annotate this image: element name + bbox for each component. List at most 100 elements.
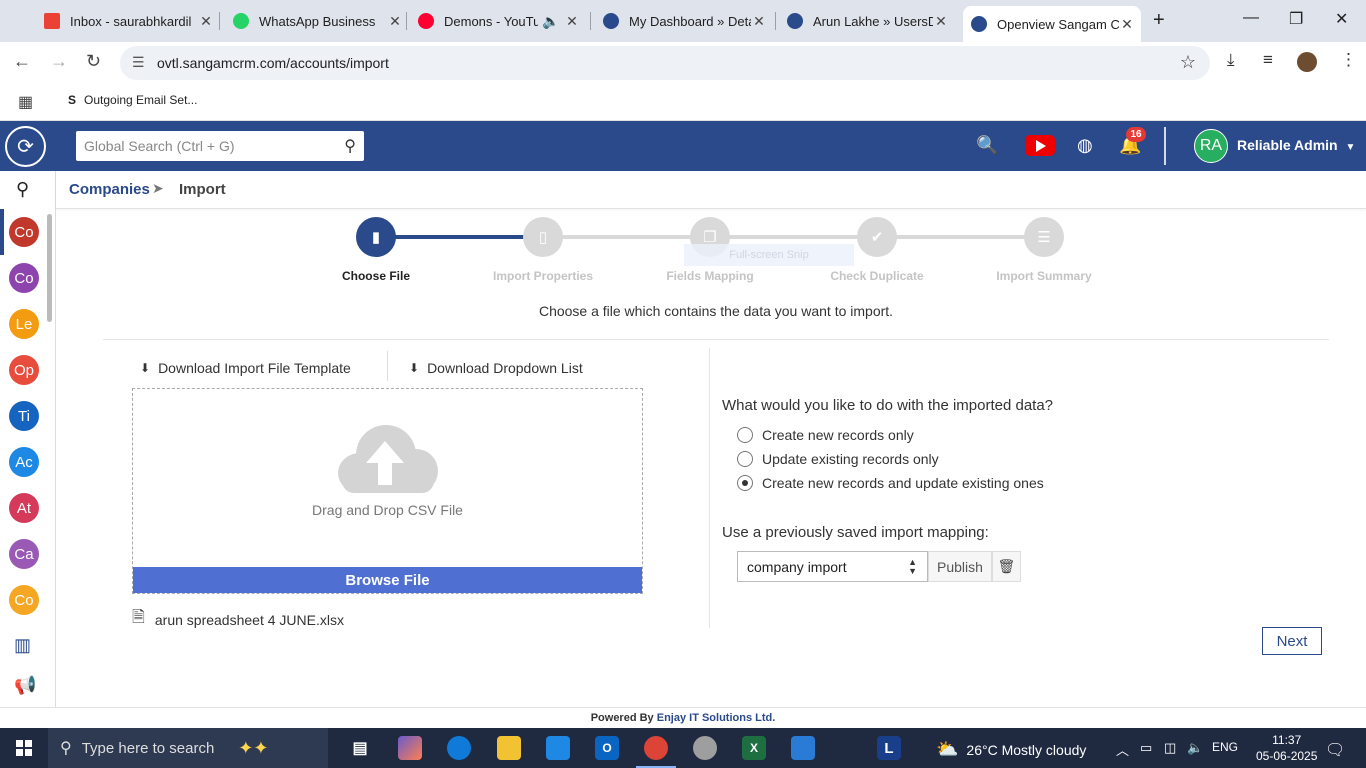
media-control-icon[interactable]: ≡	[1263, 50, 1273, 70]
download-icon[interactable]: ⤓	[1227, 50, 1235, 70]
rail-item-opportunities[interactable]: Op	[9, 355, 39, 385]
snip-overlay: Full-screen Snip	[684, 244, 854, 266]
radio-button[interactable]	[737, 427, 753, 443]
radio-button[interactable]	[737, 451, 753, 467]
file-explorer-icon[interactable]	[497, 736, 521, 760]
apps-grid-icon[interactable]: ▦	[18, 92, 33, 112]
rail-item-activities[interactable]: Ac	[9, 447, 39, 477]
tab-title: Arun Lakhe » UsersDe	[813, 13, 933, 29]
publish-button[interactable]: Publish	[928, 551, 992, 582]
global-search[interactable]: ⚲	[76, 131, 364, 161]
browser-tab-whatsapp[interactable]: WhatsApp Business ✕	[233, 6, 403, 36]
close-icon[interactable]: ✕	[751, 13, 767, 30]
network-icon[interactable]: ▭	[1140, 740, 1152, 756]
notification-center-icon[interactable]: 🗨	[1325, 740, 1345, 760]
youtube-icon[interactable]	[1025, 135, 1055, 156]
close-icon[interactable]: ✕	[387, 13, 403, 30]
notification-badge: 16	[1126, 127, 1146, 142]
photos-icon[interactable]	[791, 736, 815, 760]
search-icon: ⚲	[60, 740, 72, 757]
browser-tab-dashboard[interactable]: My Dashboard » Deta ✕	[603, 6, 767, 36]
next-button[interactable]: Next	[1262, 627, 1322, 655]
address-bar-row: ← → ↻ ☰ ovtl.sangamcrm.com/accounts/impo…	[0, 42, 1366, 83]
site-info-icon[interactable]: ☰	[132, 54, 145, 71]
url-text[interactable]: ovtl.sangamcrm.com/accounts/import	[157, 55, 389, 71]
wifi-icon[interactable]: ◫	[1164, 740, 1176, 756]
copilot-icon[interactable]	[398, 736, 422, 760]
breadcrumb-companies[interactable]: Companies	[69, 181, 150, 198]
browser-tab-gmail[interactable]: Inbox - saurabhkardil ✕	[44, 6, 214, 36]
globe-icon[interactable]: ◍	[1077, 135, 1093, 156]
mapping-select[interactable]: company import ▲ ▼	[737, 551, 928, 582]
user-menu[interactable]: Reliable Admin ▼	[1237, 137, 1355, 153]
weather-widget[interactable]: ⛅ 26°C Mostly cloudy	[936, 739, 1086, 760]
footer-brand-link[interactable]: Enjay IT Solutions Ltd.	[657, 712, 776, 724]
instruction-text: Choose a file which contains the data yo…	[538, 303, 894, 319]
chrome-icon[interactable]	[636, 736, 676, 768]
radio-create-only[interactable]: Create new records only	[737, 427, 914, 443]
omnibox[interactable]: ☰ ovtl.sangamcrm.com/accounts/import ☆	[120, 46, 1210, 80]
edge-icon[interactable]	[447, 736, 471, 760]
close-icon[interactable]: ✕	[198, 13, 214, 30]
speaker-icon[interactable]: 🔈	[538, 13, 564, 30]
close-icon[interactable]: ✕	[1119, 16, 1135, 33]
trash-icon: 🗑	[997, 558, 1016, 574]
file-download-icon: ⬇	[409, 361, 420, 375]
rail-item-calls[interactable]: Ca	[9, 539, 39, 569]
launcher-icon[interactable]: L	[877, 736, 901, 760]
logo-icon[interactable]: ⟳	[5, 126, 46, 167]
rail-item-attendance[interactable]: At	[9, 493, 39, 523]
outlook-icon[interactable]: O	[595, 736, 619, 760]
app-icon[interactable]	[693, 736, 717, 760]
search-document-icon[interactable]: 🔍	[976, 135, 998, 156]
download-dropdown-link[interactable]: ⬇ Download Dropdown List	[409, 360, 583, 376]
file-name: arun spreadsheet 4 JUNE.xlsx	[154, 611, 344, 628]
language-indicator[interactable]: ENG	[1212, 740, 1238, 754]
chevron-up-icon[interactable]: ︿	[1116, 740, 1129, 759]
browser-tab-users[interactable]: Arun Lakhe » UsersDe ✕	[787, 6, 949, 36]
system-clock[interactable]: 11:37 05-06-2025	[1256, 732, 1317, 764]
global-search-input[interactable]	[76, 131, 326, 161]
close-icon[interactable]: ✕	[564, 13, 580, 30]
browser-menu-icon[interactable]: ⋮	[1340, 50, 1357, 70]
reload-icon[interactable]: ↻	[86, 51, 101, 72]
selected-file: 🗎 arun spreadsheet 4 JUNE.xlsx	[132, 606, 344, 633]
new-tab-icon[interactable]: +	[1153, 9, 1165, 32]
windows-start-icon[interactable]	[16, 740, 32, 756]
tab-divider	[590, 12, 591, 30]
browser-tab-youtube[interactable]: Demons - YouTube 🔈 ✕	[418, 6, 584, 36]
restore-icon[interactable]: ❐	[1289, 9, 1303, 29]
download-template-link[interactable]: ⬇ Download Import File Template	[140, 360, 351, 376]
rail-item-tickets[interactable]: Ti	[9, 401, 39, 431]
store-icon[interactable]	[546, 736, 570, 760]
step-4-label: Check Duplicate	[830, 269, 924, 283]
calendar-icon[interactable]: ▥	[14, 635, 31, 656]
avatar[interactable]: RA	[1194, 129, 1228, 163]
volume-icon[interactable]: 🔈	[1187, 740, 1203, 756]
minimize-icon[interactable]: —	[1243, 9, 1259, 27]
taskbar-search[interactable]: ⚲ Type here to search ✦✦	[48, 728, 328, 768]
task-view-icon[interactable]: ▤	[348, 736, 372, 760]
window-close-icon[interactable]: ✕	[1335, 9, 1348, 29]
megaphone-icon[interactable]: 📢	[14, 675, 36, 696]
search-icon[interactable]: ⚲	[344, 136, 356, 156]
rail-item-companies[interactable]: Co	[9, 217, 39, 247]
radio-create-and-update[interactable]: Create new records and update existing o…	[737, 475, 1044, 491]
delete-mapping-button[interactable]: 🗑	[991, 551, 1021, 582]
close-icon[interactable]: ✕	[933, 13, 949, 30]
browse-file-button[interactable]: Browse File	[133, 567, 642, 593]
forward-icon[interactable]: →	[50, 51, 68, 72]
rail-item-co[interactable]: Co	[9, 585, 39, 615]
browser-tab-active[interactable]: Openview Sangam CR ✕	[963, 6, 1141, 42]
profile-avatar-icon[interactable]	[1297, 52, 1317, 72]
back-icon[interactable]: ←	[13, 51, 31, 72]
step-5-circle: ☰	[1024, 217, 1064, 257]
file-dropzone[interactable]: Drag and Drop CSV File Browse File	[132, 388, 643, 594]
rail-item-contacts[interactable]: Co	[9, 263, 39, 293]
radio-button[interactable]	[737, 475, 753, 491]
excel-icon[interactable]: X	[742, 736, 766, 760]
module-search-icon[interactable]: ⚲	[16, 179, 29, 200]
bookmark-item[interactable]: S Outgoing Email Set...	[68, 93, 197, 107]
radio-update-only[interactable]: Update existing records only	[737, 451, 939, 467]
bookmark-star-icon[interactable]: ☆	[1180, 52, 1196, 73]
